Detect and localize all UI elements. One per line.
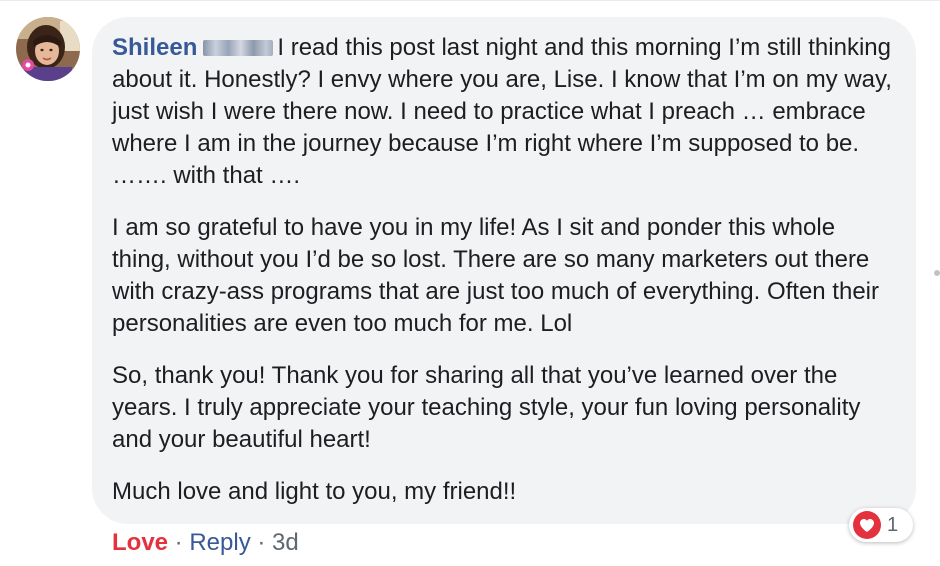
avatar[interactable] (16, 17, 80, 81)
reaction-badge[interactable]: 1 (849, 508, 913, 542)
love-button[interactable]: Love (112, 529, 168, 556)
top-divider (0, 0, 940, 1)
reply-button[interactable]: Reply (189, 529, 250, 556)
comment-text-1: I read this post last night and this mor… (112, 34, 892, 189)
comment-paragraph-4: Much love and light to you, my friend!! (112, 478, 517, 505)
author-name[interactable]: Shileen (112, 34, 197, 61)
comment-bubble: Shileen I read this post last night and t… (92, 17, 916, 524)
reaction-count: 1 (887, 513, 899, 536)
comment-paragraph-2: I am so grateful to have you in my life!… (112, 214, 879, 337)
comment-actions: Love · Reply · 3d (112, 528, 299, 558)
separator: · (250, 529, 273, 556)
avatar-image (16, 17, 80, 81)
separator: · (168, 529, 190, 556)
comment-paragraph-3: So, thank you! Thank you for sharing all… (112, 362, 861, 453)
timestamp[interactable]: 3d (272, 529, 299, 556)
comment-paragraph-1: Shileen I read this post last night and t… (112, 32, 894, 192)
redacted-surname (203, 40, 274, 56)
heart-icon (853, 511, 881, 539)
scroll-indicator (934, 270, 940, 276)
